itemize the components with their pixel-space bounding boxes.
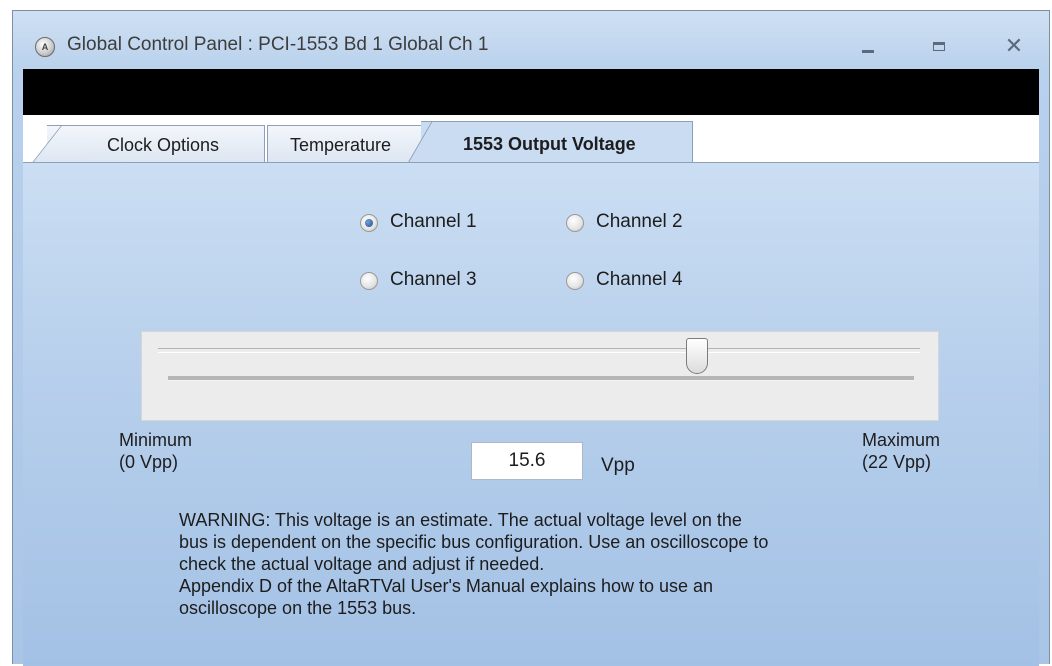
tab-label: Clock Options [107, 135, 220, 155]
warning-line: WARNING: This voltage is an estimate. Th… [179, 510, 742, 530]
minimize-icon[interactable] [853, 33, 883, 59]
close-icon[interactable]: ✕ [999, 33, 1029, 59]
maximize-icon[interactable] [925, 33, 955, 59]
warning-line: bus is dependent on the specific bus con… [179, 532, 769, 552]
status-bar-black [23, 69, 1039, 115]
output-voltage-panel: Channel 1 Channel 2 Channel 3 Channel 4 … [23, 162, 1039, 666]
title-bar[interactable]: A Global Control Panel : PCI-1553 Bd 1 G… [13, 11, 1049, 69]
global-control-panel-window: A Global Control Panel : PCI-1553 Bd 1 G… [12, 10, 1050, 666]
warning-line: oscilloscope on the 1553 bus. [179, 598, 417, 618]
radio-button-icon[interactable] [360, 272, 378, 290]
slider-track[interactable] [158, 348, 920, 353]
warning-text: WARNING: This voltage is an estimate. Th… [179, 509, 939, 619]
tab-label: 1553 Output Voltage [463, 134, 636, 154]
minimum-label: Minimum (0 Vpp) [119, 430, 193, 472]
radio-button-icon[interactable] [566, 214, 584, 232]
alta-app-icon: A [35, 37, 55, 57]
window-title: Global Control Panel : PCI-1553 Bd 1 Glo… [67, 34, 489, 55]
radio-label: Channel 4 [596, 269, 683, 290]
slider-thumb[interactable] [685, 338, 708, 374]
radio-label: Channel 1 [390, 211, 477, 232]
tab-clock-options[interactable]: Clock Options [31, 125, 265, 164]
warning-line: check the actual voltage and adjust if n… [179, 554, 545, 574]
unit-label: Vpp [601, 455, 635, 476]
warning-line: Appendix D of the AltaRTVal User's Manua… [179, 576, 714, 596]
radio-button-icon[interactable] [360, 214, 378, 232]
tab-strip: Clock Options Temperature 1553 Output Vo… [23, 115, 1039, 164]
radio-label: Channel 3 [390, 269, 477, 290]
tab-1553-output-voltage[interactable]: 1553 Output Voltage [407, 121, 693, 164]
maximum-label: Maximum (22 Vpp) [862, 430, 941, 472]
slider-tick-bar [168, 376, 914, 381]
voltage-slider[interactable] [141, 331, 939, 421]
voltage-value-field[interactable] [471, 442, 583, 480]
tab-label: Temperature [290, 135, 392, 155]
radio-label: Channel 2 [596, 211, 683, 232]
radio-button-icon[interactable] [566, 272, 584, 290]
